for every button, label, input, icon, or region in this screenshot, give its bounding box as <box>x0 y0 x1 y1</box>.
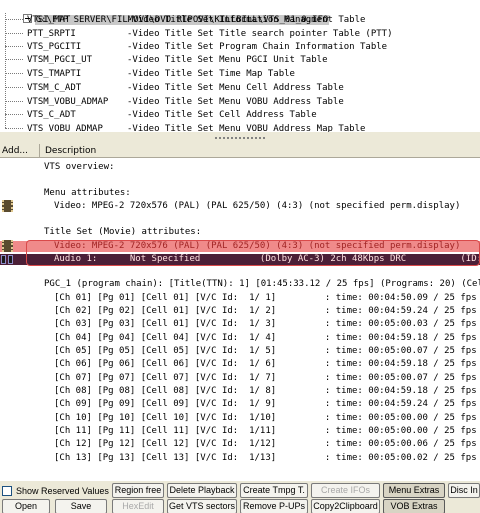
tree-node-name: VTS_C_ADT <box>27 110 76 120</box>
chapter-row[interactable]: [Ch 03] [Pg 03] [Cell 01] [V/C Id: 1/ 3]… <box>0 319 480 330</box>
tree-node-vts-vobu-admap[interactable]: VTS_VOBU_ADMAP -Video Title Set Menu VOBU… <box>5 122 365 132</box>
chapter-row[interactable]: [Ch 12] [Pg 12] [Cell 12] [V/C Id: 1/12]… <box>0 439 480 450</box>
chapter-row[interactable]: [Ch 08] [Pg 08] [Cell 08] [V/C Id: 1/ 8]… <box>0 386 480 397</box>
tree-node-name: VTS_PGCITI <box>27 42 82 52</box>
film-strip-icon <box>2 200 13 212</box>
show-reserved-values-checkbox[interactable]: Show Reserved Values <box>2 485 109 498</box>
copy2clipboard-button[interactable]: Copy2Clipboard <box>311 499 380 513</box>
tree-node-vtsi-mat[interactable]: VTSI_MAT -Video Title Set Information Man… <box>5 13 365 27</box>
chapter-row[interactable]: [Ch 11] [Pg 11] [Cell 11] [V/C Id: 1/11]… <box>0 426 480 437</box>
tree-node-vtsm-pgci-ut[interactable]: VTSM_PGCI_UT -Video Title Set Menu PGCI U… <box>5 53 327 67</box>
tree-node-name: VTSM_PGCI_UT <box>27 55 93 65</box>
save-button[interactable]: Save <box>55 499 107 513</box>
chapter-row[interactable]: [Ch 10] [Pg 10] [Cell 10] [V/C Id: 1/10]… <box>0 413 480 424</box>
tree-node-name: VTS_VOBU_ADMAP <box>27 124 103 132</box>
tree-node-name: VTSI_MAT <box>27 15 71 25</box>
disc-info-button[interactable]: Disc In <box>448 483 480 498</box>
chapter-row[interactable]: [Ch 06] [Pg 06] [Cell 06] [V/C Id: 1/ 6]… <box>0 359 480 370</box>
column-header-address[interactable]: Add... <box>0 144 40 158</box>
list-item[interactable]: PGC_1 (program chain): [Title(TTN): 1] [… <box>0 279 480 290</box>
get-vts-sectors-button[interactable]: Get VTS sectors <box>167 499 237 513</box>
list-item-selected[interactable]: Video: MPEG-2 720x576 (PAL) (PAL 625/50)… <box>0 240 480 252</box>
tree-node-desc: -Video Title Set Menu Cell Address Table <box>127 83 344 93</box>
film-strip-icon <box>2 240 13 252</box>
create-ifos-button[interactable]: Create IFOs <box>311 483 380 498</box>
chapter-row[interactable]: [Ch 07] [Pg 07] [Cell 07] [V/C Id: 1/ 7]… <box>0 373 480 384</box>
chapter-row[interactable]: [Ch 05] [Pg 05] [Cell 05] [V/C Id: 1/ 5]… <box>0 346 480 357</box>
delete-playback-button[interactable]: Delete Playback <box>167 483 237 498</box>
vob-extras-button[interactable]: VOB Extras <box>383 499 445 513</box>
bottom-toolbar: Show Reserved Values Region free Delete … <box>0 480 480 513</box>
splitter-grip-icon[interactable] <box>214 136 266 140</box>
audio-stream-icon <box>1 254 15 265</box>
checkbox-label: Show Reserved Values <box>16 486 109 496</box>
chapter-row[interactable]: [Ch 09] [Pg 09] [Cell 09] [V/C Id: 1/ 9]… <box>0 399 480 410</box>
open-button[interactable]: Open <box>2 499 50 513</box>
create-tmpg-button[interactable]: Create Tmpg T. <box>240 483 308 498</box>
column-header-description[interactable]: Description <box>41 144 480 158</box>
menu-extras-button[interactable]: Menu Extras <box>383 483 445 498</box>
list-column-header: Add... Description <box>0 144 480 158</box>
tree-node-ptt-srpti[interactable]: PTT_SRPTI -Video Title Set Title search p… <box>5 27 393 41</box>
remove-pups-button[interactable]: Remove P-UPs <box>240 499 308 513</box>
tree-node-desc: -Video Title Set Menu PGCI Unit Table <box>127 55 328 65</box>
tree-node-desc: -Video Title Set Title search pointer Ta… <box>127 29 393 39</box>
tree-node-desc: -Video Title Set Menu VOBU Address Table <box>127 97 344 107</box>
list-item[interactable]: Menu attributes: <box>0 188 480 199</box>
tree-node-name: VTS_TMAPTI <box>27 69 82 79</box>
list-item[interactable]: Video: MPEG-2 720x576 (PAL) (PAL 625/50)… <box>0 200 480 212</box>
tree-node-name: VTSM_VOBU_ADMAP <box>27 97 109 107</box>
tree-node-vts-tmapti[interactable]: VTS_TMAPTI -Video Title Set Time Map Tabl… <box>5 67 295 81</box>
region-free-button[interactable]: Region free <box>112 483 164 498</box>
tree-node-name: PTT_SRPTI <box>27 29 76 39</box>
ifo-structure-tree[interactable]: G:\FTP SERVER\FILMOVI\DVD RIPOVI\KILLBIL… <box>0 0 480 132</box>
tree-node-desc: -Video Title Set Menu VOBU Address Map T… <box>127 124 366 132</box>
chapter-row[interactable]: [Ch 01] [Pg 01] [Cell 01] [V/C Id: 1/ 1]… <box>0 293 480 304</box>
tree-root[interactable]: G:\FTP SERVER\FILMOVI\DVD RIPOVI\KILLBIL… <box>0 0 330 25</box>
chapter-row[interactable]: [Ch 02] [Pg 02] [Cell 01] [V/C Id: 1/ 2]… <box>0 306 480 317</box>
chapter-row[interactable]: [Ch 04] [Pg 04] [Cell 04] [V/C Id: 1/ 4]… <box>0 333 480 344</box>
tree-node-desc: -Video Title Set Program Chain Informati… <box>127 42 388 52</box>
details-list[interactable]: VTS overview: Menu attributes: Video: MP… <box>0 158 480 480</box>
list-item[interactable]: VTS overview: <box>0 162 480 173</box>
tree-node-vts-pgciti[interactable]: VTS_PGCITI -Video Title Set Program Chain… <box>5 40 387 54</box>
chapter-row[interactable]: [Ch 13] [Pg 13] [Cell 13] [V/C Id: 1/13]… <box>0 453 480 464</box>
tree-node-desc: -Video Title Set Cell Address Table <box>127 110 317 120</box>
tree-node-vtsm-c-adt[interactable]: VTSM_C_ADT -Video Title Set Menu Cell Add… <box>5 81 344 95</box>
tree-node-desc: -Video Title Set Time Map Table <box>127 69 295 79</box>
tree-node-desc: -Video Title Set Information Managment T… <box>127 15 366 25</box>
tree-node-vts-c-adt[interactable]: VTS_C_ADT -Video Title Set Cell Address T… <box>5 108 317 122</box>
checkbox-box[interactable] <box>2 485 12 496</box>
pane-splitter[interactable] <box>0 132 480 144</box>
list-item[interactable]: Title Set (Movie) attributes: <box>0 227 480 238</box>
list-item-audio[interactable]: Audio 1: Not Specified (Dolby AC-3) 2ch … <box>0 254 480 265</box>
tree-node-name: VTSM_C_ADT <box>27 83 82 93</box>
hexedit-button[interactable]: HexEdit <box>112 499 164 513</box>
tree-node-vtsm-vobu-admap[interactable]: VTSM_VOBU_ADMAP -Video Title Set Menu VOB… <box>5 95 344 109</box>
